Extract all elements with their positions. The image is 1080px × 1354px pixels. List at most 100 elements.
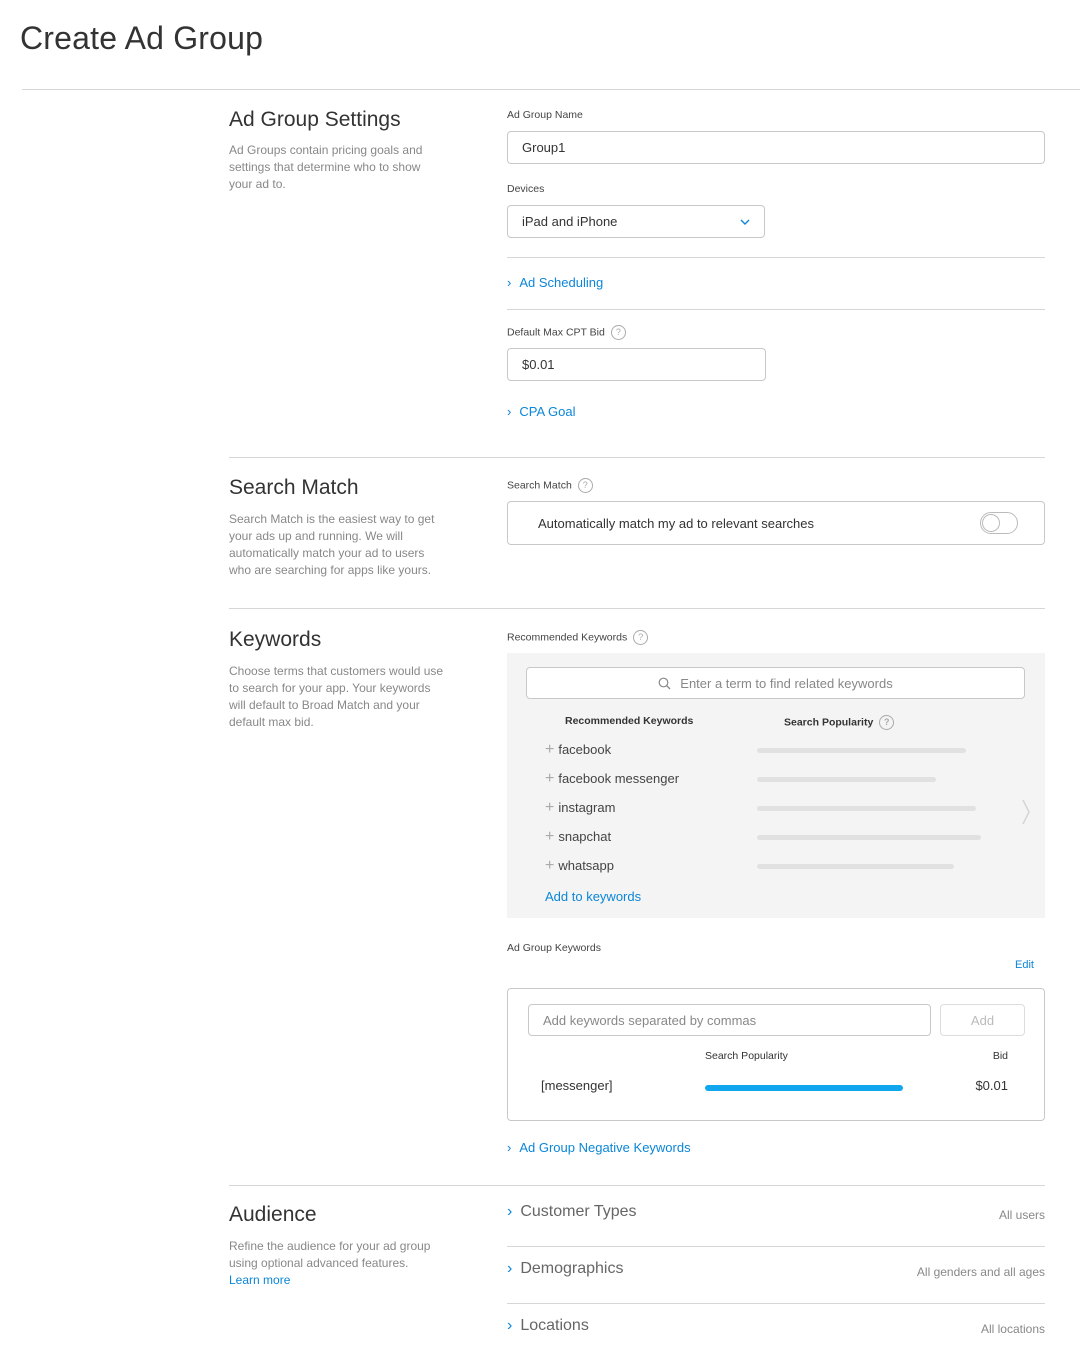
recommended-keywords-label-row: Recommended Keywords?: [507, 630, 649, 645]
search-match-title: Search Match: [229, 476, 359, 499]
recommended-keyword-row[interactable]: + snapchat: [545, 828, 1015, 846]
add-to-keywords-link[interactable]: Add to keywords: [545, 889, 641, 904]
add-button[interactable]: Add: [940, 1004, 1025, 1036]
search-popularity-bar: [757, 835, 982, 840]
negative-keywords-link[interactable]: Ad Group Negative Keywords: [519, 1140, 690, 1155]
chevron-right-icon: ›: [507, 1140, 512, 1155]
search-match-toggle-text: Automatically match my ad to relevant se…: [538, 515, 815, 531]
default-bid-label-row: Default Max CPT Bid?: [507, 325, 626, 340]
toggle-knob: [982, 514, 1000, 532]
chevron-right-icon: ›: [507, 275, 512, 290]
chevron-right-icon: ›: [507, 404, 512, 419]
audience-row-title: Customer Types: [520, 1203, 637, 1220]
recommended-keyword-text: whatsapp: [558, 858, 614, 873]
divider: [507, 1303, 1045, 1304]
plus-icon[interactable]: +: [545, 857, 554, 874]
default-bid-label: Default Max CPT Bid: [507, 326, 605, 339]
devices-label: Devices: [507, 183, 545, 195]
audience-row-value: All users: [998, 1208, 1045, 1222]
search-match-label: Search Match: [507, 479, 572, 492]
negative-keywords-toggle[interactable]: › Ad Group Negative Keywords: [507, 1139, 691, 1157]
chevron-down-icon: [740, 219, 750, 225]
help-icon[interactable]: ?: [879, 715, 895, 730]
learn-more-link[interactable]: Learn more: [229, 1273, 290, 1287]
recommended-keyword-text: snapchat: [558, 829, 612, 844]
search-match-description: Search Match is the easiest way to get y…: [229, 512, 435, 577]
recommended-keyword-text: instagram: [558, 800, 616, 815]
search-popularity-bar: [705, 1085, 903, 1091]
audience-row-title: Demographics: [520, 1260, 624, 1277]
recommended-keyword-row[interactable]: + whatsapp: [545, 857, 1015, 875]
devices-value: iPad and iPhone: [522, 214, 618, 229]
search-popularity-bar: [757, 864, 954, 869]
keyword-text: [messenger]: [541, 1078, 613, 1093]
audience-row[interactable]: › Locations All locations: [507, 1317, 1045, 1341]
divider: [507, 1246, 1045, 1247]
settings-description: Ad Groups contain pricing goals and sett…: [229, 143, 423, 191]
ad-scheduling-toggle[interactable]: › Ad Scheduling: [507, 274, 603, 292]
plus-icon[interactable]: +: [545, 828, 554, 845]
plus-icon[interactable]: +: [545, 799, 554, 816]
section-divider: [229, 457, 1045, 458]
recommended-keywords-panel: Enter a term to find related keywords Re…: [507, 653, 1045, 918]
audience-row[interactable]: › Customer Types All users: [507, 1203, 1045, 1227]
default-bid-input[interactable]: $0.01: [507, 348, 766, 381]
recommended-keyword-text: facebook: [558, 742, 612, 757]
audience-row[interactable]: › Demographics All genders and all ages: [507, 1260, 1045, 1284]
cpa-goal-link[interactable]: CPA Goal: [519, 404, 575, 419]
devices-select[interactable]: iPad and iPhone: [507, 205, 765, 238]
ad-group-name-input[interactable]: Group1: [507, 131, 1045, 164]
ad-group-keywords-label: Ad Group Keywords: [507, 942, 601, 954]
search-popularity-bar: [757, 748, 967, 753]
audience-row-value: All locations: [980, 1322, 1045, 1336]
search-popularity-bar: [757, 777, 937, 782]
recommended-keyword-text: facebook messenger: [558, 771, 680, 786]
audience-description: Refine the audience for your ad group us…: [229, 1238, 444, 1289]
ad-group-name-value: Group1: [522, 140, 566, 155]
header-divider: [22, 89, 1080, 90]
chevron-right-icon: ›: [507, 1203, 513, 1220]
audience-description-text: Refine the audience for your ad group us…: [229, 1239, 431, 1270]
chevron-right-icon: ›: [507, 1317, 513, 1334]
col-search-popularity-row: Search Popularity?: [784, 715, 895, 730]
keywords-description: Choose terms that customers would use to…: [229, 664, 444, 729]
search-popularity-bar: [757, 806, 977, 811]
keywords-title: Keywords: [229, 628, 322, 651]
recommended-keywords-label: Recommended Keywords: [507, 631, 628, 644]
settings-title: Ad Group Settings: [229, 108, 401, 131]
help-icon[interactable]: ?: [633, 630, 649, 645]
help-icon[interactable]: ?: [577, 478, 593, 493]
table-col-popularity: Search Popularity: [705, 1050, 788, 1062]
ad-scheduling-link[interactable]: Ad Scheduling: [519, 275, 603, 290]
keyword-bid[interactable]: $0.01: [975, 1078, 1008, 1093]
section-divider: [229, 1185, 1045, 1186]
edit-link[interactable]: Edit: [1015, 959, 1034, 971]
chevron-right-icon: ›: [507, 1260, 513, 1277]
search-match-label-row: Search Match?: [507, 478, 593, 493]
plus-icon[interactable]: +: [545, 741, 554, 758]
cpa-goal-toggle[interactable]: › CPA Goal: [507, 403, 575, 421]
page-title: Create Ad Group: [20, 20, 264, 56]
section-divider: [229, 608, 1045, 609]
add-keywords-input[interactable]: Add keywords separated by commas: [528, 1004, 931, 1036]
ad-group-keywords-box: Add keywords separated by commas Add Sea…: [507, 988, 1045, 1121]
audience-title: Audience: [229, 1203, 317, 1226]
keyword-search-placeholder: Enter a term to find related keywords: [680, 675, 893, 691]
help-icon[interactable]: ?: [610, 325, 626, 340]
recommended-keyword-row[interactable]: + facebook messenger: [545, 770, 1015, 788]
plus-icon[interactable]: +: [545, 770, 554, 787]
chevron-right-icon[interactable]: [1021, 799, 1031, 825]
table-col-bid: Bid: [992, 1050, 1008, 1062]
default-bid-value: $0.01: [522, 357, 555, 372]
keyword-search-input[interactable]: Enter a term to find related keywords: [526, 667, 1025, 699]
divider: [507, 309, 1045, 310]
search-match-box: Automatically match my ad to relevant se…: [507, 501, 1045, 545]
col-search-popularity: Search Popularity: [784, 716, 874, 729]
col-recommended-keywords: Recommended Keywords: [565, 715, 694, 727]
add-keywords-placeholder: Add keywords separated by commas: [543, 1012, 757, 1028]
search-match-toggle[interactable]: [980, 512, 1018, 534]
search-icon: [658, 677, 671, 689]
recommended-keyword-row[interactable]: + instagram: [545, 799, 1015, 817]
recommended-keyword-row[interactable]: + facebook: [545, 741, 1015, 759]
audience-row-title: Locations: [520, 1317, 589, 1334]
